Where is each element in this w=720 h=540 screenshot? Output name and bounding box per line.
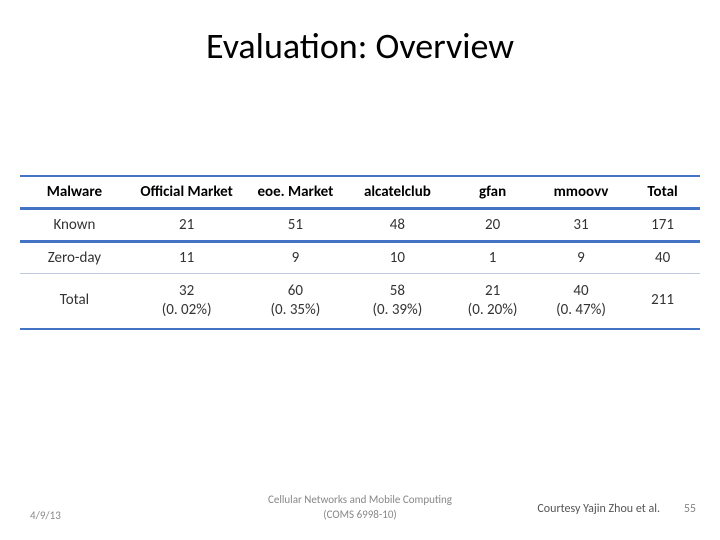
cell: 40 (0. 47%)	[537, 274, 625, 329]
footer-date: 4/9/13	[30, 509, 61, 522]
cell: 32 (0. 02%)	[129, 274, 245, 329]
cell: 58 (0. 39%)	[346, 274, 448, 329]
cell: 171	[625, 209, 700, 242]
table-header-row: Malware Official Market eoe. Market alca…	[20, 176, 700, 209]
cell: 20	[448, 209, 536, 242]
slide-title: Evaluation: Overview	[0, 0, 720, 68]
cell: 10	[346, 242, 448, 274]
row-zero-day: Zero-day 11 9 10 1 9 40	[20, 242, 700, 274]
cell: Total	[20, 274, 129, 329]
cell: 9	[537, 242, 625, 274]
col-mmoovv: mmoovv	[537, 176, 625, 209]
cell: 51	[244, 209, 346, 242]
col-eoe-market: eoe. Market	[244, 176, 346, 209]
col-malware: Malware	[20, 176, 129, 209]
evaluation-table: Malware Official Market eoe. Market alca…	[20, 175, 700, 330]
cell: 11	[129, 242, 245, 274]
row-known: Known 21 51 48 20 31 171	[20, 209, 700, 242]
col-alcatelclub: alcatelclub	[346, 176, 448, 209]
cell: 40	[625, 242, 700, 274]
cell: Zero-day	[20, 242, 129, 274]
footer-page-number: 55	[684, 502, 696, 516]
row-total: Total 32 (0. 02%) 60 (0. 35%) 58 (0. 39%…	[20, 274, 700, 329]
cell: 48	[346, 209, 448, 242]
cell: 9	[244, 242, 346, 274]
col-official-market: Official Market	[129, 176, 245, 209]
cell: 60 (0. 35%)	[244, 274, 346, 329]
footer-course: Cellular Networks and Mobile Computing (…	[268, 493, 452, 522]
cell: 1	[448, 242, 536, 274]
col-gfan: gfan	[448, 176, 536, 209]
footer-courtesy: Courtesy Yajin Zhou et al.	[537, 502, 660, 516]
slide-footer: 4/9/13 Cellular Networks and Mobile Comp…	[0, 482, 720, 522]
col-total: Total	[625, 176, 700, 209]
cell: 21	[129, 209, 245, 242]
cell: 21 (0. 20%)	[448, 274, 536, 329]
cell: 31	[537, 209, 625, 242]
cell: 211	[625, 274, 700, 329]
cell: Known	[20, 209, 129, 242]
